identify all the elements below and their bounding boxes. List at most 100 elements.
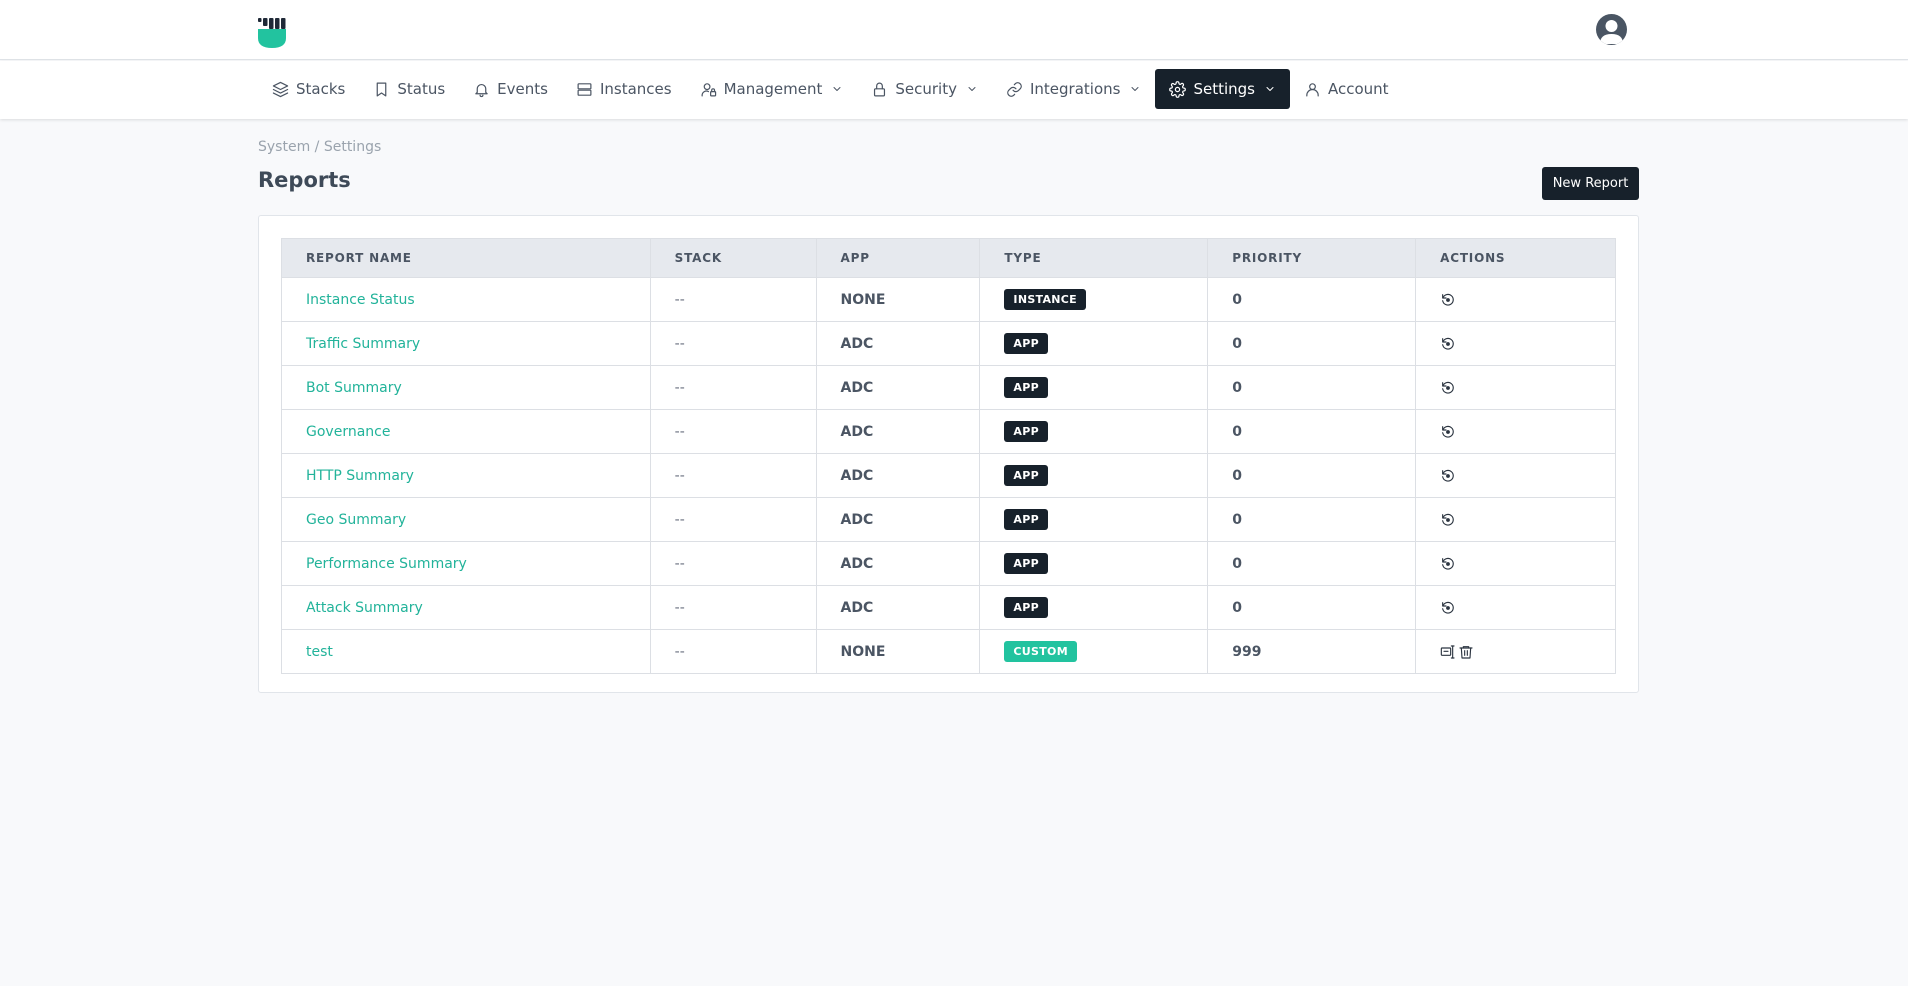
report-name-link[interactable]: Attack Summary (281, 585, 651, 630)
column-header-stack[interactable]: STACK (649, 238, 817, 278)
chevron-down-icon (833, 87, 841, 91)
edit-action[interactable] (1440, 644, 1456, 660)
type-badge: APP (1004, 465, 1048, 486)
reset-action[interactable] (1440, 600, 1456, 616)
nav-item-security[interactable]: Security (857, 69, 992, 109)
nav-item-label: Status (397, 80, 446, 98)
new-report-button[interactable]: New Report (1542, 167, 1639, 200)
column-header-report-name[interactable]: REPORT NAME (281, 238, 651, 278)
type-cell: INSTANCE (979, 277, 1209, 322)
actions-cell (1415, 321, 1616, 366)
type-cell: APP (979, 321, 1209, 366)
app-cell: ADC (815, 365, 981, 410)
nav-item-status[interactable]: Status (359, 69, 459, 109)
reset-icon (1442, 513, 1454, 526)
app-cell: ADC (815, 453, 981, 498)
link-icon (1007, 81, 1022, 97)
nav-item-label: Settings (1193, 80, 1255, 98)
reset-action[interactable] (1440, 380, 1456, 396)
report-name-link[interactable]: Instance Status (281, 277, 651, 322)
gear-icon (1169, 80, 1187, 98)
type-badge: APP (1004, 377, 1048, 398)
nav-item-integrations[interactable]: Integrations (992, 69, 1155, 109)
table-row: Bot Summary -- ADC APP 0 (281, 365, 1616, 410)
table-row: Traffic Summary -- ADC APP 0 (281, 321, 1616, 366)
top-bar (0, 0, 1908, 60)
breadcrumb: System / Settings (258, 139, 382, 155)
actions-cell (1415, 629, 1616, 674)
server-icon (577, 82, 592, 96)
stack-cell: -- (649, 497, 817, 542)
actions-cell (1415, 497, 1616, 542)
nav-item-events[interactable]: Events (459, 69, 562, 109)
nav-item-account[interactable]: Account (1290, 69, 1403, 109)
reset-action[interactable] (1440, 292, 1456, 308)
logo-icon[interactable] (258, 17, 286, 49)
user-icon (1306, 82, 1319, 96)
nav-item-label: Events (497, 80, 548, 98)
user-avatar-icon (1600, 20, 1623, 44)
reports-card: REPORT NAME STACK APP TYPE PRIORITY ACTI… (258, 215, 1639, 693)
priority-cell: 0 (1207, 453, 1417, 498)
report-name-link[interactable]: test (281, 629, 651, 674)
priority-cell: 0 (1207, 409, 1417, 454)
actions-cell (1415, 277, 1616, 322)
nav-item-label: Instances (599, 80, 672, 98)
reset-action[interactable] (1440, 556, 1456, 572)
user-lock-icon (701, 82, 716, 96)
stack-cell: -- (649, 541, 817, 586)
nav-item-label: Management (723, 80, 823, 98)
reset-action[interactable] (1440, 468, 1456, 484)
reset-icon (1442, 337, 1454, 350)
type-badge: CUSTOM (1004, 641, 1077, 662)
report-name-link[interactable]: Governance (281, 409, 651, 454)
nav-item-instances[interactable]: Instances (562, 69, 686, 109)
column-header-actions: ACTIONS (1415, 238, 1616, 278)
nav-item-stacks[interactable]: Stacks (258, 69, 359, 109)
trash-action[interactable] (1458, 644, 1474, 660)
type-cell: APP (979, 541, 1209, 586)
app-cell: ADC (815, 321, 981, 366)
reset-action[interactable] (1440, 424, 1456, 440)
column-header-app[interactable]: APP (815, 238, 981, 278)
priority-cell: 0 (1207, 585, 1417, 630)
stack-cell: -- (649, 453, 817, 498)
app-cell: NONE (815, 277, 981, 322)
avatar[interactable] (1596, 14, 1627, 45)
table-row: test -- NONE CUSTOM 999 (281, 629, 1616, 674)
table-row: Instance Status -- NONE INSTANCE 0 (281, 277, 1616, 322)
reset-action[interactable] (1440, 336, 1456, 352)
page-title: Reports (258, 168, 351, 192)
priority-cell: 0 (1207, 541, 1417, 586)
app-cell: NONE (815, 629, 981, 674)
priority-cell: 0 (1207, 277, 1417, 322)
reset-icon (1442, 601, 1454, 614)
actions-cell (1415, 541, 1616, 586)
actions-cell (1415, 365, 1616, 410)
stack-cell: -- (649, 629, 817, 674)
chevron-down-icon (968, 87, 976, 91)
nav-item-management[interactable]: Management (686, 69, 858, 109)
priority-cell: 0 (1207, 497, 1417, 542)
chevron-down-icon (1131, 87, 1139, 91)
stack-cell: -- (649, 585, 817, 630)
column-header-type[interactable]: TYPE (979, 238, 1209, 278)
type-badge: APP (1004, 509, 1048, 530)
report-name-link[interactable]: Geo Summary (281, 497, 651, 542)
report-name-link[interactable]: Traffic Summary (281, 321, 651, 366)
column-header-priority[interactable]: PRIORITY (1207, 238, 1417, 278)
stack-cell: -- (649, 277, 817, 322)
table-row: Geo Summary -- ADC APP 0 (281, 497, 1616, 542)
report-name-link[interactable]: HTTP Summary (281, 453, 651, 498)
reset-icon (1442, 381, 1454, 394)
report-name-link[interactable]: Performance Summary (281, 541, 651, 586)
edit-icon (1440, 644, 1455, 659)
table-row: Attack Summary -- ADC APP 0 (281, 585, 1616, 630)
type-badge: APP (1004, 553, 1048, 574)
report-name-link[interactable]: Bot Summary (281, 365, 651, 410)
nav-item-settings[interactable]: Settings (1155, 69, 1290, 109)
type-badge: APP (1004, 333, 1048, 354)
reset-action[interactable] (1440, 512, 1456, 528)
priority-cell: 0 (1207, 365, 1417, 410)
nav-item-label: Integrations (1030, 80, 1121, 98)
